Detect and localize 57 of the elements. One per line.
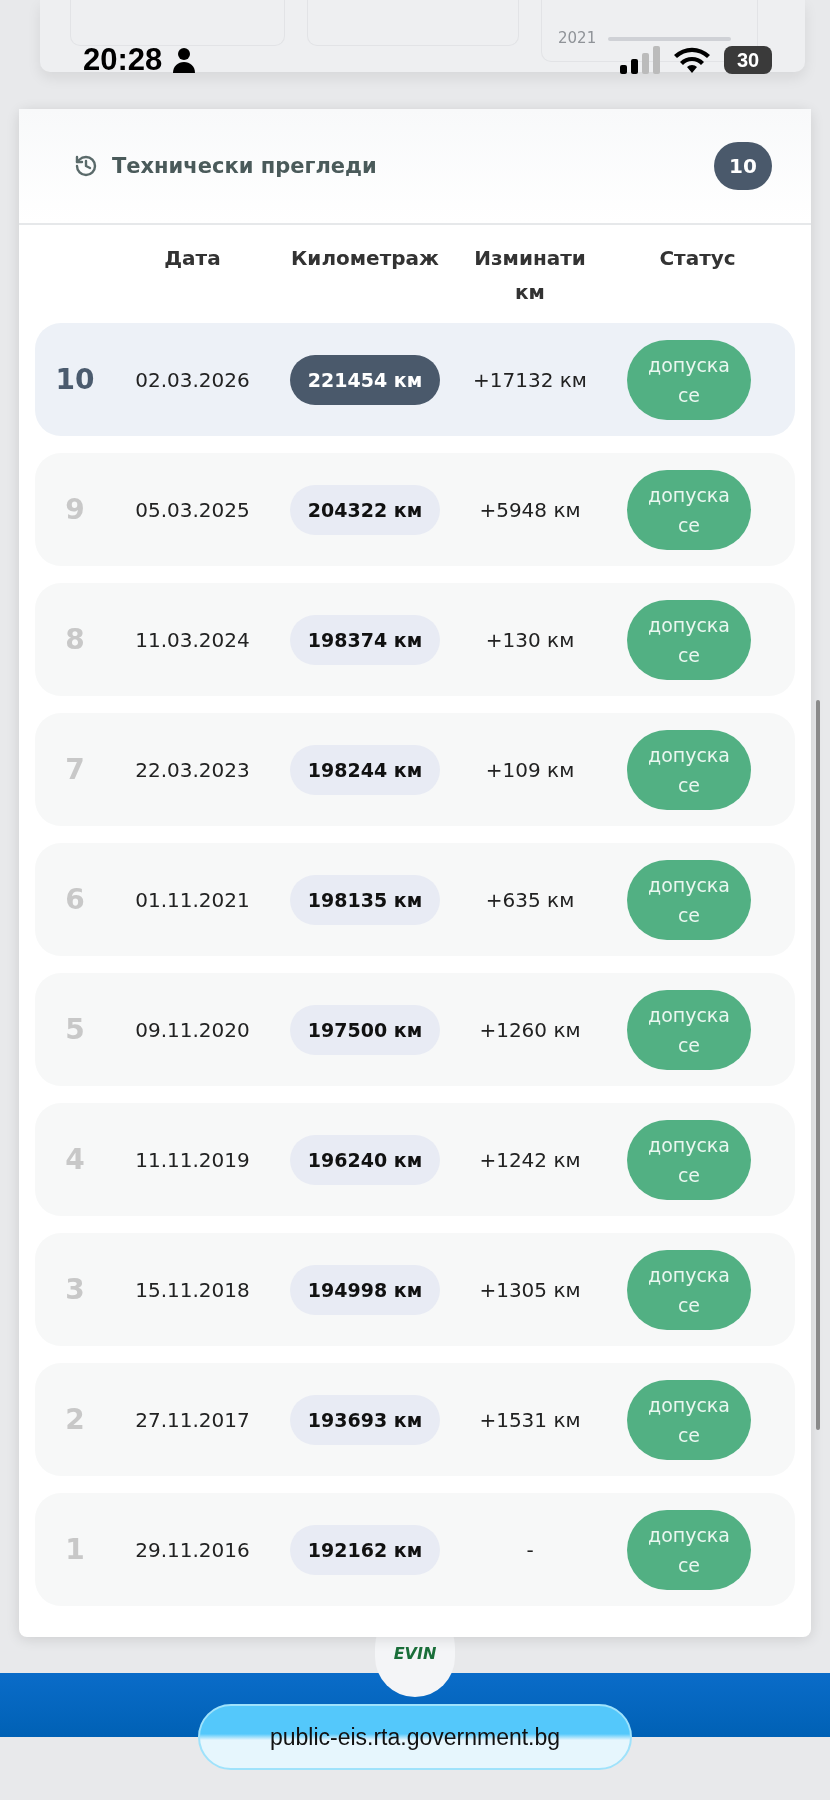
date-cell: 11.03.2024 (135, 627, 250, 652)
year-label: 2021 (558, 29, 597, 47)
mileage-pill: 204322 км (290, 484, 440, 535)
status-badge: допуска се (627, 1379, 751, 1460)
status-badge: допуска се (627, 339, 751, 420)
mileage-pill: 198244 км (290, 744, 440, 795)
status-badge: допуска се (627, 859, 751, 940)
distance-cell: +1305 км (479, 1277, 581, 1302)
person-icon (172, 47, 197, 73)
status-badge: допуска се (627, 1249, 751, 1330)
url-bar[interactable]: public-eis.rta.government.bg (198, 1704, 632, 1770)
logo-text: EVIN (393, 1644, 437, 1663)
status-badge: допуска се (627, 1509, 751, 1590)
mileage-pill: 196240 км (290, 1134, 440, 1185)
date-cell: 05.03.2025 (135, 497, 250, 522)
date-cell: 29.11.2016 (135, 1537, 250, 1562)
battery-indicator: 30 (724, 46, 772, 74)
mileage-pill: 198374 км (290, 614, 440, 665)
date-cell: 27.11.2017 (135, 1407, 250, 1432)
status-badge: допуска се (627, 989, 751, 1070)
date-cell: 02.03.2026 (135, 367, 250, 392)
distance-cell: +130 км (485, 627, 575, 652)
count-badge: 10 (714, 142, 772, 190)
distance-cell: +1242 км (479, 1147, 581, 1172)
status-badge: допуска се (627, 1119, 751, 1200)
status-badge: допуска се (627, 599, 751, 680)
panel-title: Технически прегледи (112, 154, 378, 178)
row-number: 10 (55, 363, 95, 396)
history-icon (74, 154, 98, 178)
signal-icon (620, 46, 660, 74)
distance-cell: +17132 км (473, 367, 587, 392)
date-cell: 22.03.2023 (135, 757, 250, 782)
mileage-pill: 194998 км (290, 1264, 440, 1315)
distance-cell: +5948 км (479, 497, 581, 522)
status-badge: допуска се (627, 469, 751, 550)
distance-cell: +1531 км (479, 1407, 581, 1432)
distance-cell: +1260 км (479, 1017, 581, 1042)
mileage-pill: 221454 км (290, 354, 440, 405)
distance-cell: +109 км (485, 757, 575, 782)
mileage-pill: 197500 км (290, 1004, 440, 1055)
mileage-pill: 198135 км (290, 874, 440, 925)
column-header: Статус (659, 245, 736, 272)
distance-cell: - (526, 1537, 534, 1562)
inspection-row[interactable]: 10 02.03.2026 221454 км +17132 км допуска се (35, 323, 795, 436)
clock-time: 20:28 (83, 42, 163, 78)
mileage-pill: 193693 км (290, 1394, 440, 1445)
date-cell: 09.11.2020 (135, 1017, 250, 1042)
status-badge: допуска се (627, 729, 751, 810)
wifi-icon (674, 47, 710, 73)
column-header: Дата (164, 245, 221, 272)
date-cell: 15.11.2018 (135, 1277, 250, 1302)
column-header: Километраж (291, 245, 439, 272)
date-cell: 11.11.2019 (135, 1147, 250, 1172)
distance-cell: +635 км (485, 887, 575, 912)
mileage-pill: 192162 км (290, 1524, 440, 1575)
date-cell: 01.11.2021 (135, 887, 250, 912)
column-header: Изминати км (473, 245, 587, 306)
